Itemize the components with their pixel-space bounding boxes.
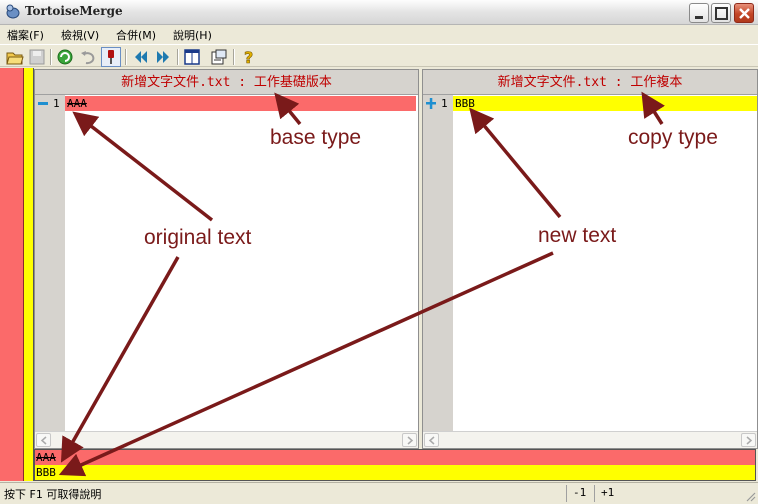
save-icon[interactable]: [28, 48, 46, 66]
svg-text:?: ?: [244, 48, 253, 66]
copy-pane-gutter: [423, 95, 453, 432]
annotation-base-type: base type: [270, 126, 362, 149]
maximize-icon: [715, 7, 728, 20]
scroll-right-icon: [746, 436, 753, 445]
close-icon: [739, 8, 750, 19]
tortoisemerge-window: TortoiseMerge 檔案(F) 檢視(V) 合併(M) 說明(H) ? …: [0, 0, 758, 504]
help-icon[interactable]: ?: [240, 48, 258, 66]
scroll-left-icon: [40, 436, 47, 445]
scroll-right-icon: [407, 436, 414, 445]
layout-icon[interactable]: [183, 48, 201, 66]
base-pane-gutter: [35, 95, 65, 432]
undo-icon[interactable]: [79, 48, 97, 66]
copy-pane-header: 新增文字文件.txt : 工作複本: [423, 70, 757, 95]
annotation-new-text: new text: [538, 224, 617, 247]
status-removed-count: -1: [566, 485, 592, 502]
menu-file[interactable]: 檔案(F): [7, 27, 44, 43]
scroll-right-button[interactable]: [741, 433, 756, 447]
toolbar: ?: [0, 44, 758, 67]
refresh-icon[interactable]: [56, 48, 74, 66]
diff-panel-removed-line: AAA: [35, 450, 755, 465]
minimize-icon: [695, 16, 703, 19]
copy-line-text[interactable]: BBB: [453, 96, 757, 111]
open-icon[interactable]: [6, 48, 24, 66]
scroll-right-button[interactable]: [402, 433, 417, 447]
prev-diff-icon[interactable]: [132, 48, 150, 66]
pin-icon: [108, 50, 114, 64]
plus-icon: [426, 98, 436, 109]
title-bar: TortoiseMerge: [0, 0, 758, 25]
settings-icon[interactable]: [210, 48, 228, 66]
pin-button[interactable]: [101, 47, 121, 67]
window-title: TortoiseMerge: [25, 4, 123, 18]
diff-panel-added-line: BBB: [35, 465, 755, 480]
base-pane: 新增文字文件.txt : 工作基礎版本 1 AAA: [34, 69, 419, 449]
status-hint: 按下 F1 可取得說明: [4, 488, 102, 501]
scroll-left-button[interactable]: [36, 433, 51, 447]
base-pane-header: 新增文字文件.txt : 工作基礎版本: [35, 70, 418, 95]
close-button[interactable]: [734, 3, 754, 23]
menu-bar: 檔案(F) 檢視(V) 合併(M) 說明(H): [0, 25, 758, 44]
minus-icon: [38, 102, 48, 105]
resize-grip-icon[interactable]: [744, 490, 756, 502]
annotation-original-text: original text: [144, 226, 252, 249]
scroll-left-icon: [428, 436, 435, 445]
minimize-button[interactable]: [689, 3, 709, 23]
locator-bar-removed[interactable]: [0, 68, 24, 481]
annotation-copy-type: copy type: [628, 126, 718, 149]
line-number: 1: [441, 97, 448, 110]
locator-bar-added[interactable]: [24, 68, 34, 481]
tortoisemerge-logo-icon: [6, 4, 20, 19]
menu-help[interactable]: 說明(H): [173, 27, 212, 43]
base-line-text[interactable]: AAA: [65, 96, 416, 111]
copy-pane-hscrollbar[interactable]: [423, 431, 757, 448]
status-added-count: +1: [594, 485, 620, 502]
maximize-button[interactable]: [711, 3, 731, 23]
scroll-left-button[interactable]: [424, 433, 439, 447]
status-bar: 按下 F1 可取得說明 -1 +1: [0, 482, 758, 504]
menu-view[interactable]: 檢視(V): [61, 27, 99, 43]
line-diff-panel: AAA BBB: [34, 449, 756, 481]
menu-merge[interactable]: 合併(M): [116, 27, 156, 43]
next-diff-icon[interactable]: [154, 48, 172, 66]
line-number: 1: [53, 97, 60, 110]
base-pane-hscrollbar[interactable]: [35, 431, 418, 448]
